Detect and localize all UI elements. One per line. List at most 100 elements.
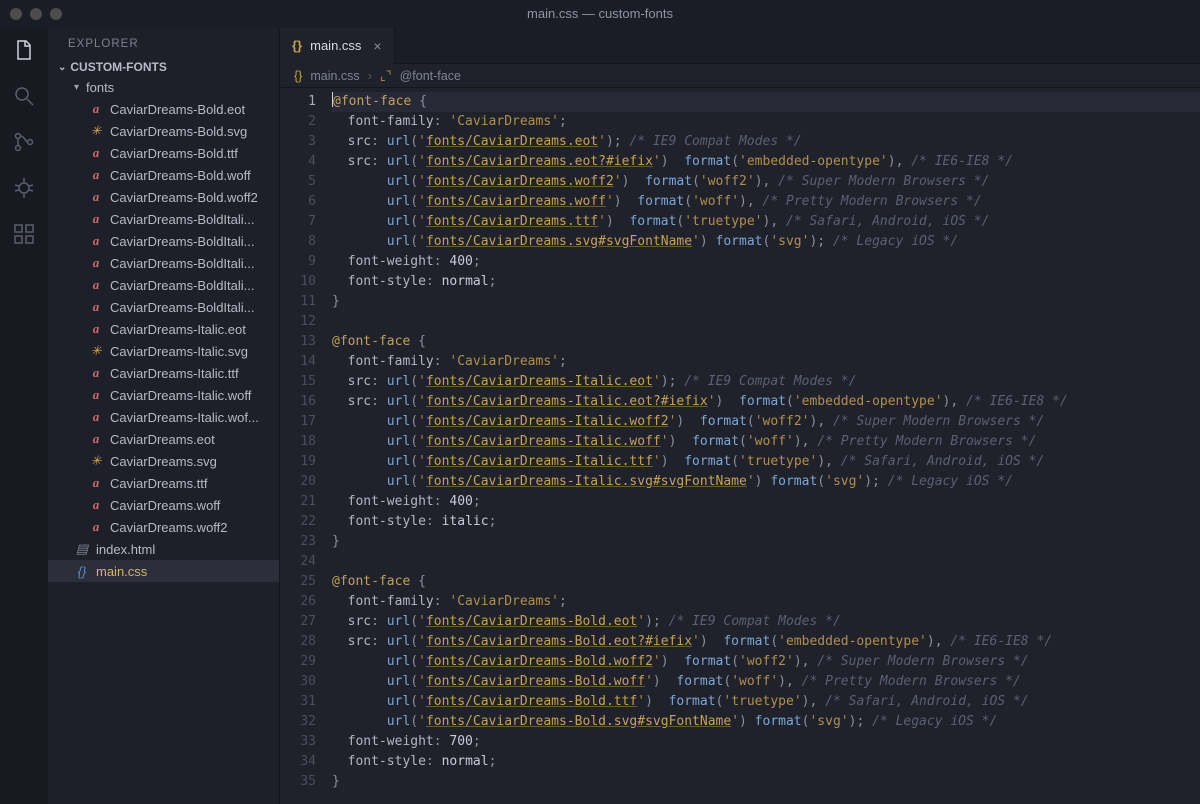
file-label: CaviarDreams-Italic.ttf [110, 366, 239, 381]
file-label: CaviarDreams.woff [110, 498, 220, 513]
font-file-icon: a [88, 299, 104, 315]
file-item[interactable]: ✳ CaviarDreams-Italic.svg [48, 340, 279, 362]
file-item[interactable]: aCaviarDreams-Italic.wof... [48, 406, 279, 428]
font-file-icon: a [88, 277, 104, 293]
svg-file-icon: ✳ [88, 453, 104, 469]
breadcrumbs[interactable]: {} main.css › ⌞⌝ @font-face [280, 64, 1200, 88]
explorer-icon[interactable] [10, 36, 38, 64]
file-item[interactable]: ✳ CaviarDreams.svg [48, 450, 279, 472]
file-item[interactable]: a CaviarDreams-Bold.eot [48, 98, 279, 120]
file-label: CaviarDreams-BoldItali... [110, 278, 255, 293]
file-label: main.css [96, 564, 147, 579]
file-label: CaviarDreams-Italic.woff [110, 388, 251, 403]
file-label: CaviarDreams-Bold.eot [110, 102, 245, 117]
search-icon[interactable] [10, 82, 38, 110]
font-file-icon: a [88, 475, 104, 491]
file-item[interactable]: a CaviarDreams.ttf [48, 472, 279, 494]
file-label: CaviarDreams-Bold.woff [110, 168, 251, 183]
debug-icon[interactable] [10, 174, 38, 202]
traffic-lights [10, 8, 62, 20]
css-file-icon: {} [74, 564, 90, 579]
editor-group: {} main.css × {} main.css › ⌞⌝ @font-fac… [280, 28, 1200, 804]
font-file-icon: a [88, 233, 104, 249]
file-item[interactable]: a CaviarDreams-Bold.woff2 [48, 186, 279, 208]
font-file-icon: a [88, 431, 104, 447]
file-item[interactable]: aCaviarDreams-BoldItali... [48, 252, 279, 274]
font-file-icon: a [88, 387, 104, 403]
font-file-icon: a [88, 145, 104, 161]
css-file-icon: {} [294, 69, 302, 83]
css-file-icon: {} [292, 38, 302, 53]
tab-label: main.css [310, 38, 361, 53]
file-item[interactable]: a CaviarDreams-Bold.woff [48, 164, 279, 186]
svg-file-icon: ✳ [88, 343, 104, 359]
file-item[interactable]: a CaviarDreams-BoldItali... [48, 208, 279, 230]
file-label: CaviarDreams.ttf [110, 476, 208, 491]
chevron-down-icon: ⌄ [58, 62, 66, 73]
activity-bar [0, 28, 48, 804]
file-item[interactable]: a CaviarDreams.woff [48, 494, 279, 516]
file-item[interactable]: a CaviarDreams.eot [48, 428, 279, 450]
font-file-icon: a [88, 211, 104, 227]
file-item[interactable]: {} main.css [48, 560, 279, 582]
chevron-right-icon: › [368, 69, 372, 83]
file-item[interactable]: a CaviarDreams-BoldItali... [48, 274, 279, 296]
file-label: index.html [96, 542, 155, 557]
breadcrumb-file[interactable]: main.css [310, 69, 359, 83]
file-label: CaviarDreams-Italic.eot [110, 322, 246, 337]
file-item[interactable]: ✳ CaviarDreams-Bold.svg [48, 120, 279, 142]
file-label: CaviarDreams-BoldItali... [110, 234, 255, 249]
font-file-icon: a [88, 167, 104, 183]
at-rule-icon: ⌞⌝ [380, 68, 392, 83]
file-item[interactable]: a CaviarDreams-Bold.ttf [48, 142, 279, 164]
file-item[interactable]: a CaviarDreams.woff2 [48, 516, 279, 538]
file-label: CaviarDreams-Italic.wof... [110, 410, 259, 425]
font-file-icon: a [88, 189, 104, 205]
window-close-icon[interactable] [10, 8, 22, 20]
file-label: CaviarDreams-Bold.ttf [110, 146, 238, 161]
code-content[interactable]: @font-face { font-family: 'CaviarDreams'… [326, 88, 1200, 804]
font-file-icon: a [88, 101, 104, 117]
window-minimize-icon[interactable] [30, 8, 42, 20]
font-file-icon: a [88, 519, 104, 535]
folder-fonts[interactable]: ▾fonts [48, 76, 279, 98]
file-item[interactable]: ▤ index.html [48, 538, 279, 560]
sidebar-section-root[interactable]: ⌄ CUSTOM-FONTS [48, 56, 279, 76]
line-number-gutter: 1234567891011121314151617181920212223242… [280, 88, 326, 804]
file-item[interactable]: a CaviarDreams-Italic.woff [48, 384, 279, 406]
titlebar: main.css — custom-fonts [0, 0, 1200, 28]
file-item[interactable]: a CaviarDreams-BoldItali... [48, 230, 279, 252]
close-icon[interactable]: × [369, 38, 381, 54]
html-file-icon: ▤ [74, 541, 90, 557]
breadcrumb-symbol[interactable]: @font-face [400, 69, 461, 83]
tab-main-css[interactable]: {} main.css × [280, 28, 395, 64]
font-file-icon: a [88, 497, 104, 513]
file-label: CaviarDreams.woff2 [110, 520, 228, 535]
font-file-icon: a [88, 321, 104, 337]
source-control-icon[interactable] [10, 128, 38, 156]
file-label: CaviarDreams-BoldItali... [110, 256, 255, 271]
window-zoom-icon[interactable] [50, 8, 62, 20]
chevron-down-icon: ▾ [74, 82, 84, 93]
editor-tabs: {} main.css × [280, 28, 1200, 64]
file-label: CaviarDreams-Italic.svg [110, 344, 248, 359]
window-title: main.css — custom-fonts [0, 6, 1200, 21]
file-item[interactable]: a CaviarDreams-BoldItali... [48, 296, 279, 318]
font-file-icon: a [88, 365, 104, 381]
file-label: CaviarDreams-BoldItali... [110, 212, 255, 227]
sidebar-title: EXPLORER [48, 28, 279, 56]
svg-file-icon: ✳ [88, 123, 104, 139]
file-label: CaviarDreams-Bold.woff2 [110, 190, 258, 205]
file-tree: ▾fonts a CaviarDreams-Bold.eot ✳ CaviarDream… [48, 76, 279, 804]
file-label: CaviarDreams-Bold.svg [110, 124, 247, 139]
file-label: CaviarDreams.svg [110, 454, 217, 469]
file-label: CaviarDreams-BoldItali... [110, 300, 255, 315]
file-label: CaviarDreams.eot [110, 432, 215, 447]
file-item[interactable]: a CaviarDreams-Italic.ttf [48, 362, 279, 384]
explorer-sidebar: EXPLORER ⌄ CUSTOM-FONTS ▾fontsaCaviarDre… [48, 28, 280, 804]
folder-label: fonts [86, 80, 114, 95]
sidebar-section-label: CUSTOM-FONTS [70, 60, 166, 74]
file-item[interactable]: a CaviarDreams-Italic.eot [48, 318, 279, 340]
extensions-icon[interactable] [10, 220, 38, 248]
code-editor[interactable]: 1234567891011121314151617181920212223242… [280, 88, 1200, 804]
